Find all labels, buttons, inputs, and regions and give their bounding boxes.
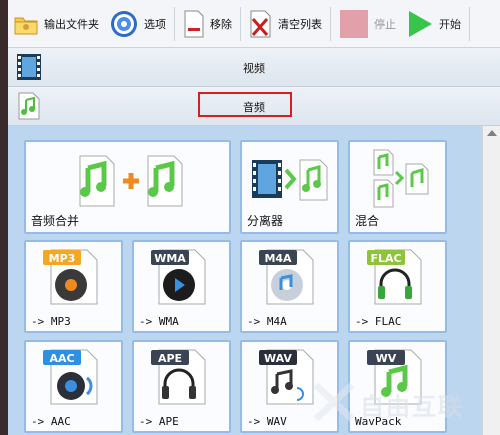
stop-icon — [340, 9, 368, 38]
clear-list-icon — [250, 10, 271, 37]
aac-speaker-icon: AAC — [43, 349, 98, 405]
vertical-scrollbar[interactable] — [482, 126, 500, 435]
badge-text: M4A — [264, 252, 292, 265]
mp3-disc-icon: MP3 — [43, 249, 98, 305]
clear-list-label: 清空列表 — [278, 17, 322, 31]
output-folder-label: 输出文件夹 — [44, 17, 99, 31]
tile-label: 音频合并 — [31, 214, 80, 228]
tile-label: -> M4A — [247, 315, 287, 328]
mix-tile[interactable]: 混合 — [348, 140, 447, 234]
toolbar-separator — [469, 6, 470, 41]
remove-label: 移除 — [210, 17, 232, 31]
clear-list-button[interactable]: 清空列表 — [244, 4, 327, 44]
stop-label: 停止 — [374, 17, 396, 31]
tile-label: -> FLAC — [355, 315, 402, 328]
to-wav-tile[interactable]: WAV -> WAV — [240, 340, 339, 433]
video-section-bar[interactable]: 视频 — [8, 48, 500, 87]
flac-headphones-icon: FLAC — [367, 249, 422, 305]
tile-label: -> WMA — [139, 315, 179, 328]
window-edge — [0, 0, 8, 435]
tile-label: -> MP3 — [31, 315, 71, 328]
badge-text: AAC — [49, 352, 74, 365]
tile-label: -> WAV — [247, 415, 287, 428]
wavpack-tile[interactable]: WV WavPack — [348, 340, 447, 433]
badge-text: WV — [376, 352, 397, 365]
tile-label: -> AAC — [31, 415, 71, 428]
highlight-annotation — [198, 92, 292, 117]
splitter-tile[interactable]: 分离器 — [240, 140, 339, 234]
badge-text: APE — [158, 352, 182, 365]
badge-text: WAV — [264, 352, 292, 365]
to-m4a-tile[interactable]: M4A -> M4A — [240, 240, 339, 333]
audio-merge-tile[interactable]: 音频合并 — [24, 140, 231, 234]
badge-text: MP3 — [49, 252, 76, 265]
video-section-label: 视频 — [243, 62, 265, 75]
toolbar-separator — [174, 6, 175, 41]
play-icon — [409, 10, 432, 37]
audio-merge-icon — [79, 155, 183, 207]
tile-label: WavPack — [355, 415, 402, 428]
to-ape-tile[interactable]: APE -> APE — [132, 340, 231, 433]
toolbar-separator — [330, 6, 331, 41]
ape-headphones-icon: APE — [151, 349, 206, 405]
stop-button[interactable]: 停止 — [334, 4, 401, 44]
badge-text: WMA — [154, 252, 186, 265]
start-button[interactable]: 开始 — [401, 4, 466, 44]
wav-notes-icon: WAV — [259, 349, 314, 405]
scroll-up-arrow-icon[interactable] — [487, 130, 497, 136]
toolbar: 输出文件夹 选项 移除 清空列表 停止 开始 — [8, 0, 500, 48]
to-flac-tile[interactable]: FLAC -> FLAC — [348, 240, 447, 333]
start-label: 开始 — [439, 17, 461, 31]
m4a-disc-icon: M4A — [259, 249, 314, 305]
mix-icon — [373, 149, 429, 208]
folder-icon — [14, 17, 38, 34]
output-folder-button[interactable]: 输出文件夹 — [8, 4, 104, 44]
to-mp3-tile[interactable]: MP3 -> MP3 — [24, 240, 123, 333]
tile-label: 混合 — [355, 214, 380, 228]
options-label: 选项 — [144, 17, 166, 31]
audio-tools-panel: 音频合并 分离器 混合 MP3 -> MP3 WMA -> WMA M4A ->… — [8, 126, 482, 435]
to-wma-tile[interactable]: WMA -> WMA — [132, 240, 231, 333]
options-button[interactable]: 选项 — [104, 4, 171, 44]
wv-note-icon: WV — [367, 349, 422, 405]
gear-icon — [111, 10, 137, 37]
badge-text: FLAC — [370, 252, 401, 265]
tile-label: 分离器 — [247, 214, 284, 228]
wma-disc-icon: WMA — [151, 249, 206, 305]
tile-label: -> APE — [139, 415, 179, 428]
toolbar-separator — [240, 6, 241, 41]
remove-button[interactable]: 移除 — [178, 4, 237, 44]
splitter-icon — [252, 159, 328, 201]
to-aac-tile[interactable]: AAC -> AAC — [24, 340, 123, 433]
remove-file-icon — [184, 10, 204, 37]
